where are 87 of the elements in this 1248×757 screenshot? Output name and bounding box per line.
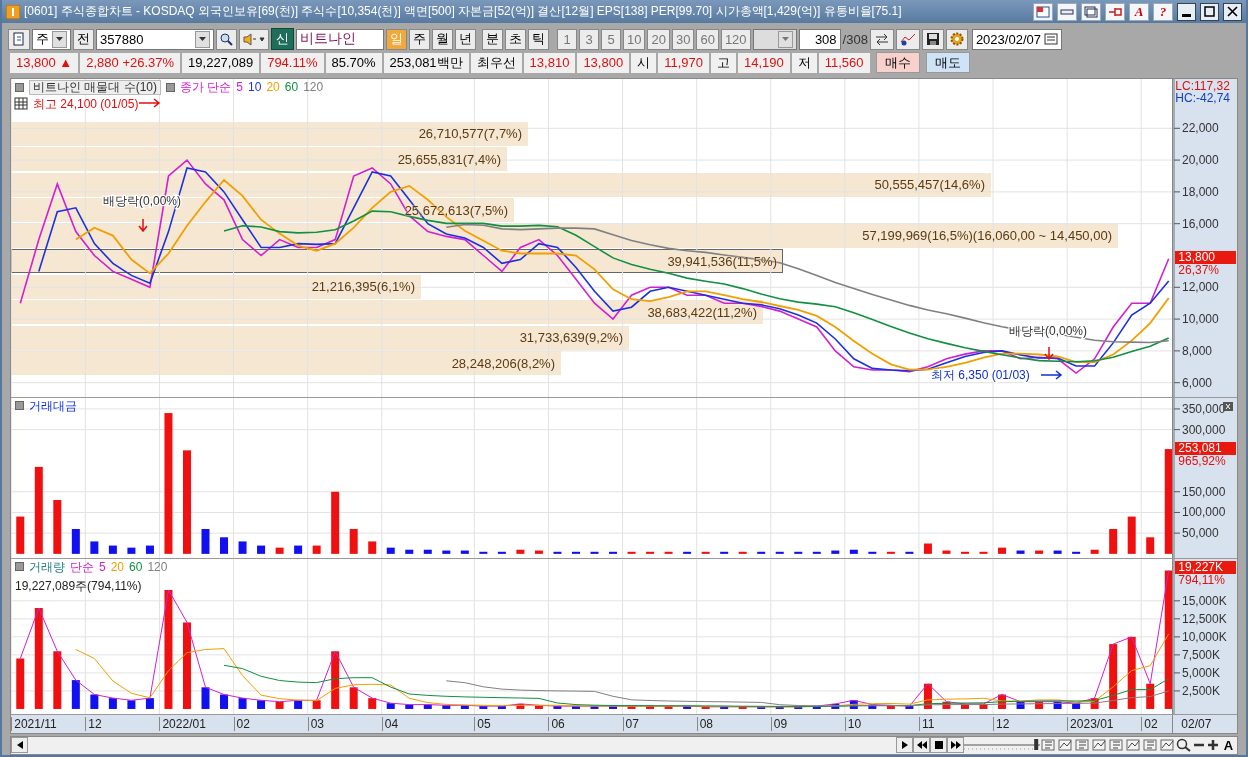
axis-label: 8,000	[1182, 343, 1213, 358]
chart-title: 비트나인 매물대 수(10)	[29, 79, 161, 95]
date-label: 02	[233, 716, 250, 731]
axis-label: 7,500K	[1182, 647, 1221, 662]
axis-label: 150,000	[1182, 484, 1226, 499]
axis-label: 18,000	[1182, 184, 1219, 199]
axis-label: 12,000	[1182, 279, 1219, 294]
date-label: 05	[474, 716, 491, 731]
volume-profile-label: 28,248,206(8,2%)	[450, 355, 556, 371]
legend-item: 60	[284, 80, 299, 95]
axis-label: 10,000K	[1182, 629, 1228, 644]
legend-item: 5	[99, 559, 106, 574]
date-label: 2022/01	[159, 716, 206, 731]
volume-profile-label: 39,941,536(11,5%)	[666, 253, 778, 269]
new-badge: 신	[271, 28, 294, 51]
quote-value: 14,190	[737, 52, 790, 73]
date-label: 08	[696, 716, 713, 731]
legend-title: 종가 단순	[180, 80, 232, 95]
quote-value: 2,880 +26.37%	[80, 52, 181, 73]
date-label: 2021/11	[11, 716, 57, 731]
quote-value: 85.70%	[325, 52, 382, 73]
chart-title: 거래량	[29, 559, 65, 574]
volume-profile-label: 31,733,639(9,2%)	[518, 330, 624, 346]
legend-item: 20	[110, 559, 125, 574]
axis-label: 5,000K	[1182, 665, 1221, 680]
quote-value: 253,081백만	[383, 52, 469, 73]
volume-profile-label: 25,655,831(7,4%)	[396, 151, 502, 167]
date-label: 03	[307, 716, 324, 731]
axis-label: 50,000	[1182, 525, 1219, 540]
volume-profile-label: 50,555,457(14,6%)	[873, 177, 986, 193]
quote-value: 최우선	[470, 52, 522, 73]
date-label: 11	[918, 716, 935, 731]
total-count: /308	[842, 31, 868, 47]
legend-item: 120	[147, 559, 168, 574]
date-label: 10	[844, 716, 862, 731]
date-label: 02	[1141, 716, 1158, 731]
legend-item: 10	[248, 80, 262, 95]
volume-profile-label: 21,216,395(6,1%)	[310, 279, 416, 295]
current-price-tag: 13,800	[1175, 251, 1237, 265]
date-label: 07	[622, 716, 639, 731]
quote-value: 19,227,089	[182, 52, 260, 73]
axis-label: 2,500K	[1182, 683, 1221, 698]
axis-label: 15,000K	[1182, 593, 1228, 608]
axis-label: 300,000	[1182, 422, 1226, 437]
change-rate: 26,37%	[1178, 264, 1219, 277]
quote-value: 13,800 ▲	[10, 52, 79, 73]
axis-label: 10,000	[1182, 311, 1219, 326]
legend-item: 120	[303, 80, 324, 95]
legend-item: 5	[236, 80, 244, 95]
annotation-label: 최고 24,100 (01/05)	[33, 96, 139, 111]
axis-label: 20,000	[1182, 152, 1219, 167]
quote-value: 794.11%	[261, 52, 324, 73]
current-volume-tag: 19,227K	[1175, 560, 1237, 574]
lc-value: LC:117,32	[1175, 79, 1230, 92]
date-label: 06	[548, 716, 565, 731]
volume-profile-label: 57,199,969(16,5%)(16,060,00 ~ 14,450,00)	[861, 228, 1113, 244]
chart-title: 거래대금	[29, 398, 77, 413]
date-label: 04	[381, 716, 399, 731]
legend-item: 20	[266, 80, 280, 95]
quote-value: 저	[791, 52, 817, 73]
quote-value: 고	[710, 52, 736, 73]
change-rate: 794,11%	[1178, 573, 1225, 586]
legend-title: 단순	[70, 559, 94, 574]
date-label: 12	[993, 716, 1010, 731]
quote-value: 시	[631, 52, 657, 73]
date-label: 2023/01	[1067, 716, 1114, 731]
date-label: 09	[770, 716, 788, 731]
axis-label: 16,000	[1182, 216, 1219, 231]
date-label: 12	[85, 716, 102, 731]
axis-label: 12,500K	[1182, 611, 1228, 626]
current-amount-tag: 253,081	[1175, 441, 1237, 455]
quote-value: 11,560	[818, 52, 870, 73]
volume-profile-label: 26,710,577(7,7%)	[417, 126, 523, 142]
change-rate: 965,92%	[1178, 454, 1226, 467]
axis-label: 22,000	[1182, 120, 1219, 135]
volume-profile-label: 38,683,422(11,2%)	[646, 304, 758, 320]
quote-value: 13,800	[577, 52, 630, 73]
axis-label: 6,000	[1182, 375, 1213, 390]
hc-value: HC:-42,74	[1175, 91, 1230, 104]
quote-value: 13,810	[523, 52, 576, 73]
quote-value: 11,970	[658, 52, 709, 73]
axis-label: 100,000	[1182, 505, 1226, 519]
legend-item: 60	[129, 559, 143, 574]
date-label: 02/07	[1181, 716, 1212, 731]
annotation-label: 최저 6,350 (01/03)	[931, 367, 1030, 382]
volume-summary: 19,227,089주(794,11%)	[15, 578, 142, 593]
window-title: [0601] 주식종합차트 - KOSDAQ 외국인보유[69(천)] 주식수[10,354(천)] 액면[500] 자본금[52(억)] 결산[12월] EPS[138] PER[99.70] 시가총액[1,429(억)] 유통비율[75.1]	[24, 3, 903, 21]
